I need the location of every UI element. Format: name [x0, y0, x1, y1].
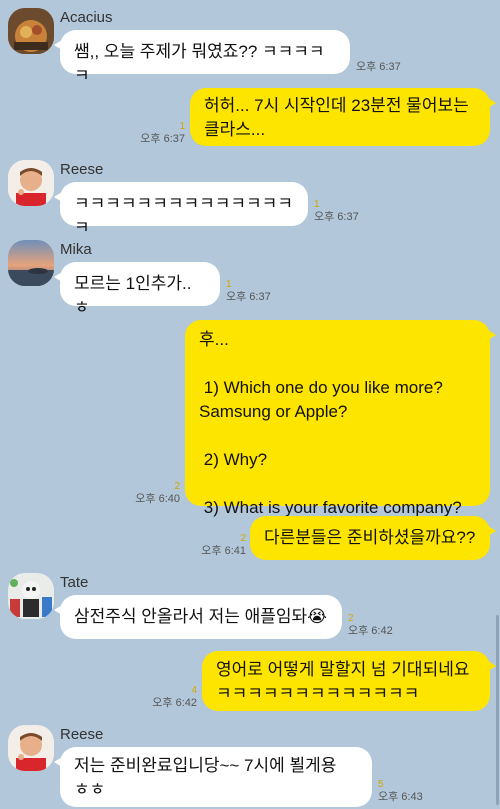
message-bubble[interactable]: 허허... 7시 시작인데 23분전 물어보는 클라스...: [190, 88, 496, 146]
unread-count: 1: [179, 121, 185, 132]
message-bubble[interactable]: 모르는 1인추가..ㅎ: [54, 262, 220, 317]
sender-name: Mika: [60, 241, 92, 258]
message-bubble[interactable]: 저는 준비완료입니당~~ 7시에 뵐게용 ㅎㅎ: [54, 747, 372, 807]
avatar-tate[interactable]: [8, 573, 54, 619]
message-bubble[interactable]: 영어로 어떻게 말할지 넘 기대되네요 ㅋㅋㅋㅋㅋㅋㅋㅋㅋㅋㅋㅋㅋ: [202, 651, 496, 711]
avatar-reese[interactable]: [8, 725, 54, 771]
message-meta: 1 오후 6:37: [226, 279, 271, 303]
avatar-reese[interactable]: [8, 160, 54, 206]
sender-name: Reese: [60, 161, 104, 178]
unread-count: 2: [348, 613, 354, 624]
unread-count: 5: [378, 779, 384, 790]
unread-count: 1: [314, 199, 320, 210]
sender-name: Tate: [60, 574, 89, 591]
message-meta: 5 오후 6:43: [378, 779, 423, 803]
message-bubble[interactable]: ㅋㅋㅋㅋㅋㅋㅋㅋㅋㅋㅋㅋㅋㅋㅋ: [54, 182, 308, 237]
message-bubble[interactable]: 후... 1) Which one do you like more? Sams…: [185, 320, 496, 517]
message-bubble[interactable]: 쌤,, 오늘 주제가 뭐였죠?? ㅋㅋㅋㅋㅋ: [54, 30, 350, 85]
message-meta: 1 오후 6:37: [314, 199, 359, 223]
sender-name: Acacius: [60, 9, 113, 26]
unread-count: 1: [226, 279, 232, 290]
avatar-mika[interactable]: [8, 240, 54, 286]
message-time: 오후 6:37: [356, 61, 401, 73]
unread-count: 2: [240, 533, 246, 544]
message-bubble[interactable]: 다른분들은 준비하셨을까요??: [250, 516, 496, 560]
message-meta: 2 오후 6:42: [348, 613, 393, 637]
unread-count: 4: [191, 685, 197, 696]
message-meta: 1 오후 6:37: [135, 120, 185, 146]
sender-name: Reese: [60, 726, 104, 743]
message-meta: 2 오후 6:41: [196, 532, 246, 558]
message-meta: 4 오후 6:42: [147, 684, 197, 710]
message-bubble[interactable]: 삼전주식 안올라서 저는 애플임돠😭: [54, 595, 342, 639]
message-meta: 2 오후 6:40: [130, 480, 180, 506]
scrollbar[interactable]: [496, 615, 499, 805]
avatar-acacius[interactable]: [8, 8, 54, 54]
unread-count: 2: [174, 481, 180, 492]
